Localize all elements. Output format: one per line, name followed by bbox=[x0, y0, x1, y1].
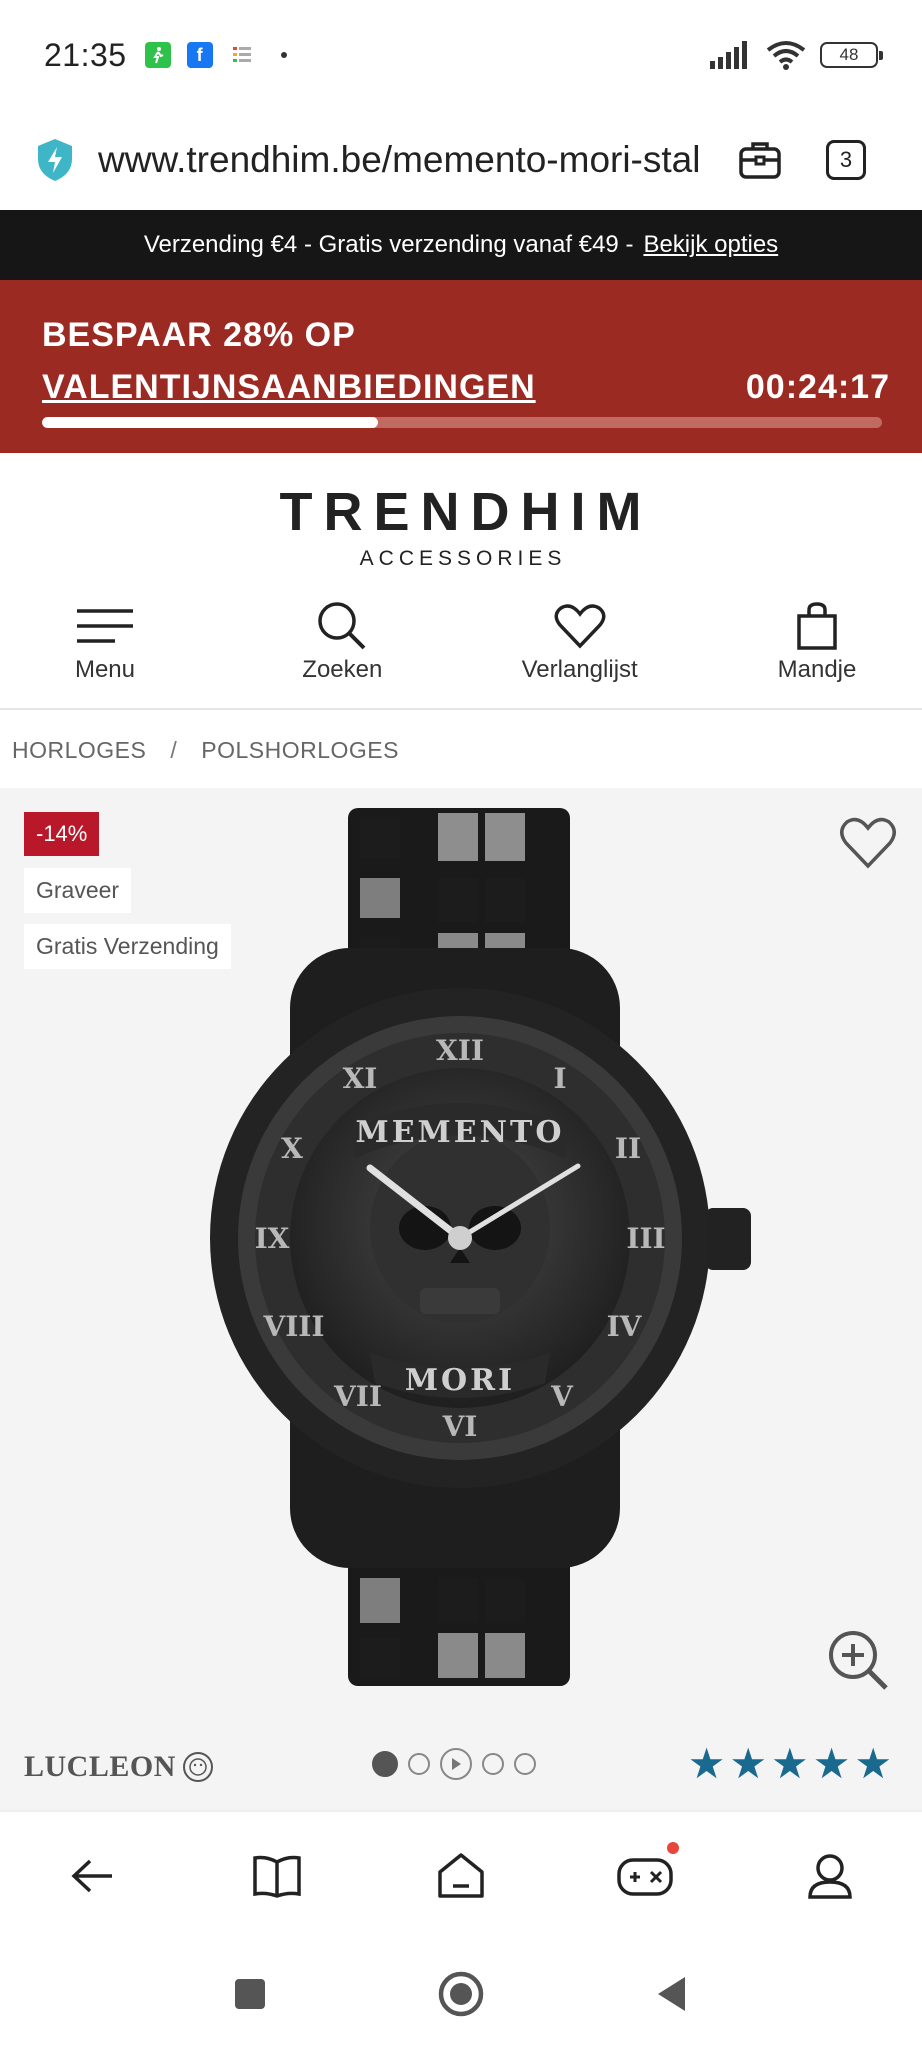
sale-headline: BESPAAR 28% OP bbox=[42, 316, 356, 354]
nav-cart[interactable]: Mandje bbox=[732, 598, 902, 708]
svg-text:VIII: VIII bbox=[262, 1310, 324, 1343]
nav-cart-label: Mandje bbox=[777, 656, 857, 683]
profile-icon bbox=[807, 1854, 852, 1899]
notification-icons: f bbox=[144, 42, 287, 68]
browser-url-bar[interactable]: www.trendhim.be/memento-mori-stal 3 bbox=[0, 110, 922, 210]
svg-text:XI: XI bbox=[343, 1062, 378, 1095]
hamburger-icon bbox=[77, 609, 133, 643]
games-icon bbox=[617, 1858, 674, 1896]
battery-icon: 48 bbox=[820, 42, 883, 68]
wifi-icon bbox=[766, 41, 806, 70]
breadcrumb-item-horloges[interactable]: HORLOGES bbox=[12, 737, 146, 764]
gallery-dot[interactable] bbox=[514, 1753, 536, 1775]
browser-bottom-bar bbox=[0, 1810, 922, 1940]
profile-button[interactable] bbox=[790, 1836, 870, 1916]
tabs-count-button[interactable]: 3 bbox=[826, 140, 866, 180]
sale-progress-fill bbox=[42, 417, 378, 428]
discount-badge: -14% bbox=[24, 812, 100, 856]
play-icon bbox=[452, 1758, 461, 1770]
recents-icon[interactable] bbox=[233, 1977, 267, 2011]
svg-text:VII: VII bbox=[333, 1380, 382, 1413]
bookmarks-icon bbox=[252, 1855, 301, 1898]
breadcrumb-item-polshorloges[interactable]: POLSHORLOGES bbox=[201, 737, 399, 764]
sale-link[interactable]: VALENTIJNSAANBIEDINGEN bbox=[42, 368, 536, 407]
svg-text:XII: XII bbox=[436, 1034, 484, 1067]
brand-logo[interactable]: LUCLEON bbox=[24, 1750, 214, 1784]
back-triangle-icon[interactable] bbox=[655, 1975, 689, 2013]
more-notifications-dot bbox=[280, 52, 287, 58]
wishlist-heart-icon[interactable] bbox=[838, 812, 898, 872]
gallery-dots bbox=[372, 1748, 536, 1780]
rating-stars[interactable]: ★ ★ ★ ★ ★ bbox=[688, 1743, 892, 1785]
svg-text:VI: VI bbox=[442, 1410, 478, 1443]
star-icon: ★ bbox=[771, 1740, 809, 1787]
status-bar: 21:35 f 48 bbox=[0, 0, 922, 110]
notification-dot bbox=[667, 1842, 680, 1854]
svg-text:I: I bbox=[553, 1062, 566, 1095]
nav-search-label: Zoeken bbox=[302, 656, 383, 683]
home-icon bbox=[438, 1853, 484, 1898]
status-time: 21:35 bbox=[44, 36, 127, 73]
nav-menu[interactable]: Menu bbox=[20, 598, 190, 708]
brand-name: LUCLEON bbox=[24, 1750, 176, 1783]
shield-icon[interactable] bbox=[34, 137, 76, 183]
facebook-icon: f bbox=[186, 42, 213, 68]
sale-countdown: 00:24:17 bbox=[745, 368, 890, 406]
logo-tagline: ACCESSORIES bbox=[359, 547, 567, 570]
shipping-options-link[interactable]: Bekijk opties bbox=[643, 231, 778, 259]
search-icon bbox=[318, 602, 366, 650]
gallery-video-dot[interactable] bbox=[440, 1748, 472, 1780]
watch-image[interactable]: XII I II III IV V VI VII VIII IX X XI ME… bbox=[200, 808, 760, 1688]
site-logo[interactable]: TRENDHIM ACCESSORIES bbox=[0, 453, 922, 573]
product-gallery[interactable]: -14% Graveer Gratis Verzending XII I II … bbox=[0, 788, 922, 1810]
star-icon: ★ bbox=[687, 1740, 726, 1787]
gallery-dot[interactable] bbox=[372, 1751, 398, 1777]
svg-text:X: X bbox=[281, 1132, 303, 1165]
lion-icon bbox=[182, 1752, 213, 1782]
nav-search[interactable]: Zoeken bbox=[257, 598, 427, 708]
svg-text:V: V bbox=[550, 1380, 574, 1413]
system-nav-bar bbox=[0, 1940, 922, 2048]
star-icon: ★ bbox=[729, 1740, 768, 1787]
breadcrumb: HORLOGES / POLSHORLOGES bbox=[0, 712, 922, 788]
watch-text-top: MEMENTO bbox=[355, 1115, 564, 1150]
sale-progress-bar bbox=[42, 417, 882, 428]
svg-text:III: III bbox=[626, 1222, 665, 1255]
svg-text:IX: IX bbox=[255, 1222, 290, 1255]
main-nav: Menu Zoeken Verlanglijst Mandje bbox=[0, 598, 922, 710]
breadcrumb-separator: / bbox=[170, 736, 178, 763]
signal-icon bbox=[710, 41, 747, 69]
watch-text-bottom: MORI bbox=[405, 1363, 515, 1398]
list-app-icon bbox=[228, 42, 255, 68]
engrave-badge: Graveer bbox=[24, 868, 132, 913]
back-icon bbox=[71, 1859, 113, 1893]
gallery-dot[interactable] bbox=[482, 1753, 504, 1775]
home-circle-icon[interactable] bbox=[437, 1970, 485, 2018]
nav-wishlist[interactable]: Verlanglijst bbox=[495, 598, 665, 708]
logo-wordmark: TRENDHIM bbox=[279, 482, 653, 542]
nav-menu-label: Menu bbox=[74, 656, 136, 683]
heart-icon bbox=[554, 604, 606, 649]
svg-text:IV: IV bbox=[607, 1310, 643, 1343]
toolbox-icon[interactable] bbox=[738, 140, 782, 180]
sale-banner[interactable]: BESPAAR 28% OP VALENTIJNSAANBIEDINGEN 00… bbox=[0, 280, 922, 453]
nav-wishlist-label: Verlanglijst bbox=[521, 656, 638, 683]
shipping-banner: Verzending €4 - Gratis verzending vanaf … bbox=[0, 210, 922, 280]
back-button[interactable] bbox=[52, 1836, 132, 1916]
zoom-icon[interactable] bbox=[826, 1628, 890, 1692]
bag-icon bbox=[797, 602, 837, 650]
svg-text:II: II bbox=[615, 1132, 641, 1165]
url-text[interactable]: www.trendhim.be/memento-mori-stal bbox=[98, 139, 738, 181]
gallery-dot[interactable] bbox=[408, 1753, 430, 1775]
star-icon: ★ bbox=[854, 1740, 892, 1787]
pedometer-icon bbox=[144, 42, 171, 68]
bookmarks-button[interactable] bbox=[237, 1836, 317, 1916]
games-button[interactable] bbox=[605, 1836, 685, 1916]
home-button[interactable] bbox=[421, 1836, 501, 1916]
shipping-text: Verzending €4 - Gratis verzending vanaf … bbox=[143, 231, 634, 258]
star-icon: ★ bbox=[812, 1740, 851, 1787]
